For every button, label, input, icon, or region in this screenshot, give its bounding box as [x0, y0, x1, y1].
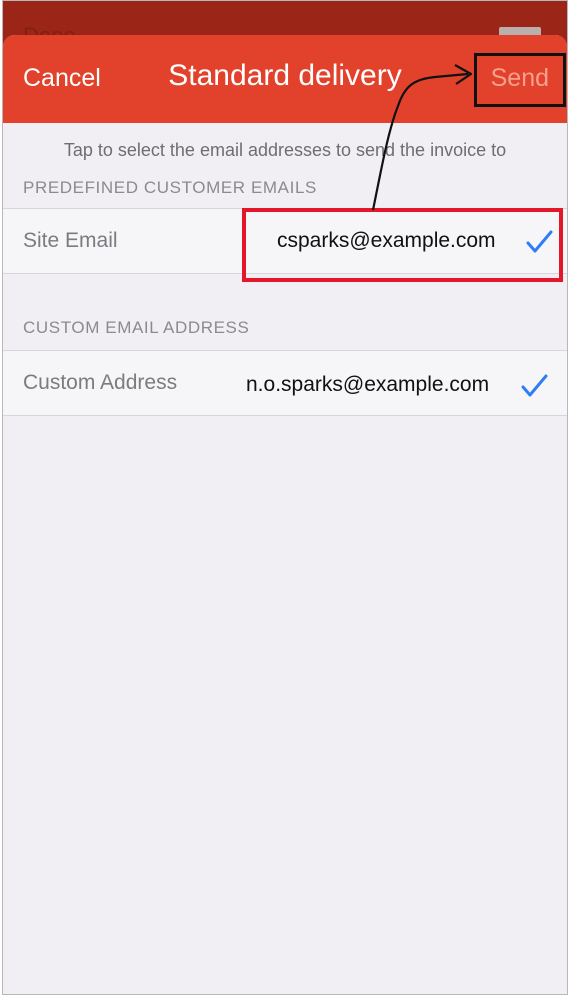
- custom-address-label: Custom Address: [23, 371, 178, 394]
- send-highlight-box: [474, 53, 566, 107]
- instruction-text: Tap to select the email addresses to sen…: [63, 140, 507, 160]
- site-email-highlight-box: [242, 208, 563, 282]
- section-header-predefined: PREDEFINED CUSTOMER EMAILS: [23, 178, 317, 197]
- site-email-label: Site Email: [23, 229, 118, 252]
- checkmark-icon: [521, 374, 548, 397]
- custom-address-value: n.o.sparks@example.com: [246, 373, 490, 396]
- section-header-custom: CUSTOM EMAIL ADDRESS: [23, 318, 250, 337]
- modal-sheet: Cancel Standard delivery Send Tap to sel…: [3, 35, 567, 994]
- screen: Done Cancel Standard delivery Send Tap t…: [2, 0, 568, 995]
- custom-address-row[interactable]: Custom Address n.o.sparks@example.com: [3, 350, 567, 416]
